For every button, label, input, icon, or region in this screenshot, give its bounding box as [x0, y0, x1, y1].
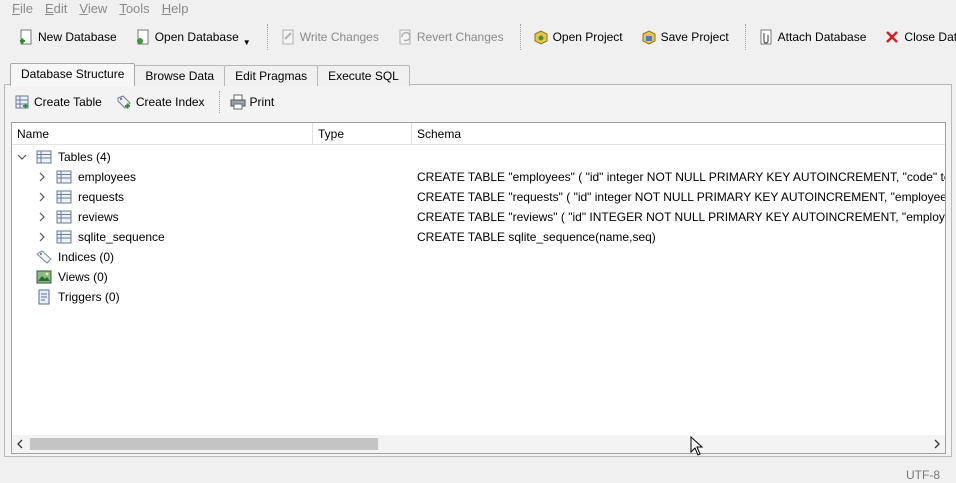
revert-changes-label: Revert Changes	[416, 30, 504, 44]
open-database-icon	[135, 29, 151, 45]
close-icon	[884, 29, 900, 45]
write-changes-button[interactable]: Write Changes	[276, 24, 383, 50]
menu-help-label: elp	[171, 1, 189, 16]
menu-help-mnemonic: H	[161, 1, 172, 16]
menu-file-label: ile	[19, 1, 33, 16]
tab-edit-pragmas[interactable]: Edit Pragmas	[224, 65, 319, 86]
new-database-icon	[18, 29, 34, 45]
table-name: reviews	[78, 210, 119, 224]
menu-edit-mnemonic: E	[44, 1, 54, 16]
menu-file-mnemonic: F	[12, 1, 20, 16]
menu-edit[interactable]: Edit	[39, 0, 73, 18]
menu-edit-label: dit	[53, 1, 68, 16]
table-icon	[36, 149, 52, 165]
main-toolbar: New Database Open Database ▼ Write Chang…	[0, 20, 956, 54]
toolbar-separator	[266, 24, 268, 50]
attach-database-button[interactable]: Attach Database	[754, 24, 871, 50]
create-index-label: Create Index	[135, 95, 205, 109]
table-schema: CREATE TABLE "requests" ( "id" integer N…	[417, 190, 945, 204]
create-index-button[interactable]: Create Index	[116, 94, 205, 110]
create-table-icon	[14, 94, 30, 110]
tab-browse-data[interactable]: Browse Data	[134, 65, 226, 86]
tree-row-table[interactable]: sqlite_sequence CREATE TABLE sqlite_sequ…	[12, 227, 945, 247]
menu-view[interactable]: View	[73, 0, 113, 18]
create-table-button[interactable]: Create Table	[14, 94, 102, 110]
table-schema: CREATE TABLE "reviews" ( "id" INTEGER NO…	[417, 210, 945, 224]
tree-group-views-label: Views (0)	[58, 270, 108, 284]
menu-tools[interactable]: Tools	[113, 0, 155, 18]
table-name: requests	[78, 190, 125, 204]
open-project-button[interactable]: Open Project	[529, 24, 627, 50]
open-database-button[interactable]: Open Database ▼	[131, 24, 255, 50]
toolbar-separator	[218, 91, 220, 113]
table-icon	[56, 209, 72, 225]
tab-bar: Database Structure Browse Data Edit Prag…	[10, 63, 410, 86]
revert-changes-button[interactable]: Revert Changes	[393, 24, 508, 50]
menu-view-label: iew	[87, 1, 108, 16]
column-header-name[interactable]: Name	[12, 123, 313, 145]
tree-row-table[interactable]: reviews CREATE TABLE "reviews" ( "id" IN…	[12, 207, 945, 227]
menu-file[interactable]: File	[6, 0, 39, 18]
printer-icon	[230, 94, 246, 110]
table-schema: CREATE TABLE "employees" ( "id" integer …	[417, 170, 945, 184]
trigger-icon	[36, 289, 52, 305]
toolbar-separator	[519, 24, 521, 50]
open-database-label: Open Database	[154, 30, 239, 44]
tree-group-indices[interactable]: Indices (0)	[12, 247, 945, 267]
encoding-status: UTF-8	[906, 468, 940, 482]
table-icon	[56, 169, 72, 185]
write-changes-label: Write Changes	[299, 30, 379, 44]
column-header-type[interactable]: Type	[313, 123, 412, 145]
save-project-label: Save Project	[660, 30, 729, 44]
table-icon	[56, 189, 72, 205]
toolbar-separator	[744, 24, 746, 50]
save-project-icon	[641, 29, 657, 45]
menu-view-mnemonic: V	[79, 1, 88, 16]
tab-execute-sql[interactable]: Execute SQL	[317, 65, 410, 86]
table-schema: CREATE TABLE sqlite_sequence(name,seq)	[417, 230, 656, 244]
structure-toolbar: Create Table Create Index Print	[14, 90, 288, 114]
close-database-label: Close Database	[904, 30, 956, 44]
mouse-cursor-icon	[690, 435, 704, 459]
tree-row-table[interactable]: employees CREATE TABLE "employees" ( "id…	[12, 167, 945, 187]
create-table-label: Create Table	[34, 95, 102, 109]
create-index-icon	[116, 94, 132, 110]
tree-group-tables[interactable]: Tables (4)	[12, 147, 945, 167]
open-project-icon	[533, 29, 549, 45]
menu-tools-label: ools	[125, 1, 150, 16]
close-database-button[interactable]: Close Database	[880, 24, 956, 50]
chevron-down-icon[interactable]: ▼	[243, 38, 251, 47]
column-header-schema[interactable]: Schema	[412, 123, 945, 145]
attach-database-icon	[758, 29, 774, 45]
scrollbar-thumb[interactable]	[30, 438, 378, 450]
new-database-label: New Database	[38, 30, 117, 44]
print-button[interactable]: Print	[230, 94, 275, 110]
scroll-left-icon[interactable]	[12, 435, 28, 453]
menu-help[interactable]: Help	[156, 0, 195, 18]
table-name: employees	[78, 170, 137, 184]
scroll-right-icon[interactable]	[929, 435, 945, 453]
horizontal-scrollbar[interactable]	[12, 435, 945, 453]
table-icon	[56, 229, 72, 245]
tree-group-triggers[interactable]: Triggers (0)	[12, 287, 945, 307]
print-label: Print	[249, 95, 275, 109]
tree-header: Name Type Schema	[12, 123, 945, 145]
save-project-button[interactable]: Save Project	[637, 24, 733, 50]
tab-database-structure[interactable]: Database Structure	[10, 63, 136, 86]
write-changes-icon	[280, 29, 296, 45]
revert-changes-icon	[397, 29, 413, 45]
table-name: sqlite_sequence	[78, 230, 165, 244]
tree-row-table[interactable]: requests CREATE TABLE "requests" ( "id" …	[12, 187, 945, 207]
open-project-label: Open Project	[552, 30, 623, 44]
view-icon	[36, 269, 52, 285]
attach-database-label: Attach Database	[777, 30, 867, 44]
tree-group-triggers-label: Triggers (0)	[58, 290, 120, 304]
tree-group-tables-label: Tables (4)	[58, 150, 111, 164]
menu-bar: File Edit View Tools Help	[0, 0, 956, 18]
schema-tree[interactable]: Name Type Schema Tables (4) employees CR…	[11, 122, 946, 454]
new-database-button[interactable]: New Database	[14, 24, 121, 50]
tree-group-views[interactable]: Views (0)	[12, 267, 945, 287]
index-icon	[36, 249, 52, 265]
tree-group-indices-label: Indices (0)	[58, 250, 115, 264]
